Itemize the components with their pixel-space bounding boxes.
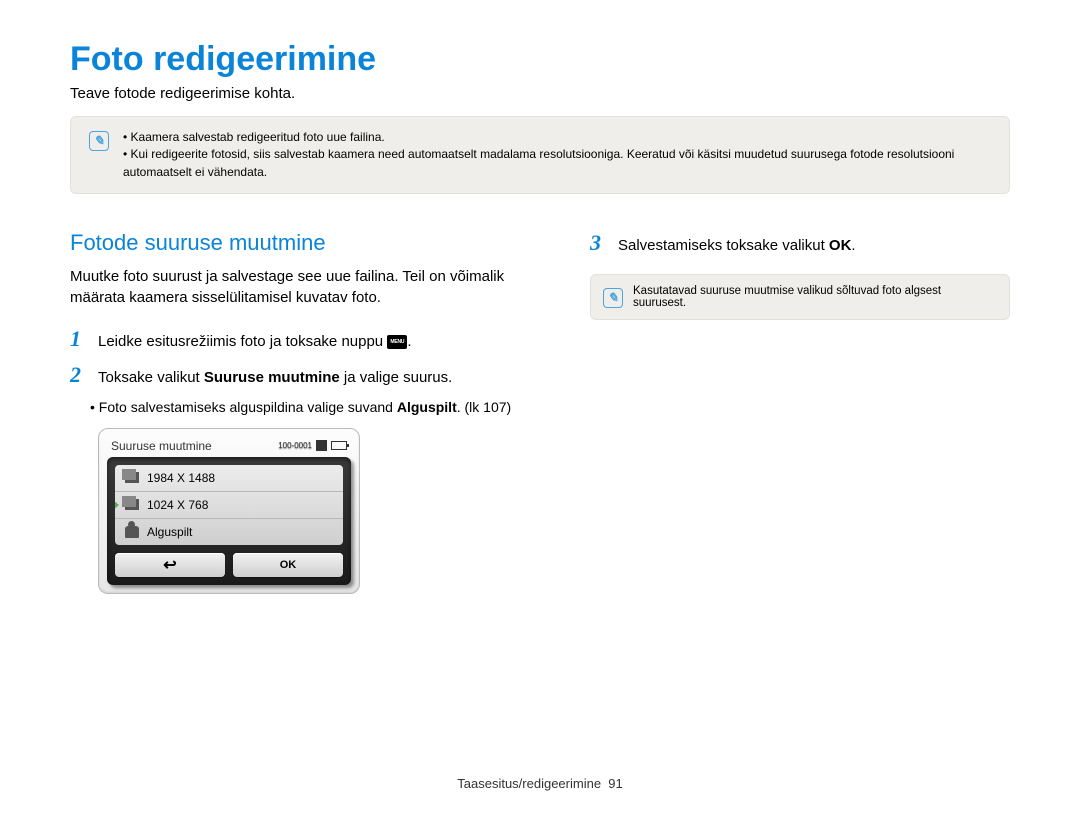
resize-option[interactable]: Alguspilt (115, 519, 343, 545)
startup-image-icon (125, 526, 139, 538)
ok-inline-label: OK (829, 237, 852, 254)
step-text: Salvestamiseks toksake valikut OK. (618, 235, 856, 256)
image-size-icon (125, 499, 139, 510)
step2-bullet: Foto salvestamiseks alguspildina valige … (100, 398, 540, 418)
sd-card-icon (316, 440, 327, 451)
step3-post: . (851, 237, 855, 254)
bullet-pre: Foto salvestamiseks alguspildina valige … (99, 399, 397, 415)
step1-post: . (407, 333, 411, 350)
step1-pre: Leidke esitusrežiimis foto ja toksake nu… (98, 333, 387, 350)
top-note-item: Kui redigeerite fotosid, siis salvestab … (123, 146, 993, 181)
back-button[interactable]: ↩ (115, 553, 225, 577)
section-heading-resize: Fotode suuruse muutmine (70, 230, 540, 256)
resize-option-label: Alguspilt (147, 525, 192, 539)
right-note-text: Kasutatavad suuruse muutmise valikud sõl… (633, 285, 997, 309)
section-intro: Muutke foto suurust ja salvestage see uu… (70, 266, 540, 308)
resize-option[interactable]: 1984 X 1488 (115, 465, 343, 492)
top-note-list: Kaamera salvestab redigeeritud foto uue … (123, 129, 993, 181)
camera-screen-mock: Suuruse muutmine 100-0001 1984 X 1488 (98, 428, 360, 594)
resize-option[interactable]: 1024 X 768 (115, 492, 343, 519)
step3-pre: Salvestamiseks toksake valikut (618, 237, 829, 254)
step2-bold: Suuruse muutmine (204, 369, 340, 386)
resize-option-list: 1984 X 1488 1024 X 768 Alguspilt (115, 465, 343, 545)
top-note-item: Kaamera salvestab redigeeritud foto uue … (123, 129, 993, 146)
step-number: 3 (590, 230, 608, 256)
back-arrow-icon: ↩ (163, 555, 176, 575)
step-number: 1 (70, 326, 88, 352)
bullet-post: . (lk 107) (457, 399, 511, 415)
step-text: Toksake valikut Suuruse muutmine ja vali… (98, 367, 452, 388)
footer-page-number: 91 (608, 776, 622, 791)
step-3: 3 Salvestamiseks toksake valikut OK. (590, 230, 1010, 256)
page-title: Foto redigeerimine (70, 40, 1010, 79)
step-number: 2 (70, 362, 88, 388)
resize-option-label: 1984 X 1488 (147, 471, 215, 485)
file-number: 100-0001 (278, 441, 312, 450)
battery-icon (331, 441, 347, 450)
page-footer: Taasesitus/redigeerimine 91 (0, 776, 1080, 791)
resize-option-label: 1024 X 768 (147, 498, 208, 512)
footer-section: Taasesitus/redigeerimine (457, 776, 601, 791)
device-body: 1984 X 1488 1024 X 768 Alguspilt (107, 457, 351, 585)
page-subtitle: Teave fotode redigeerimise kohta. (70, 85, 1010, 102)
device-status: 100-0001 (278, 440, 347, 451)
image-size-icon (125, 472, 139, 483)
step2-pre: Toksake valikut (98, 369, 204, 386)
menu-icon: MENU (387, 335, 407, 349)
device-header-title: Suuruse muutmine (111, 439, 212, 453)
selection-indicator-icon (115, 500, 119, 510)
device-footer: ↩ OK (115, 553, 343, 577)
right-note-box: ✎ Kasutatavad suuruse muutmise valikud s… (590, 274, 1010, 320)
step2-post: ja valige suurus. (340, 369, 453, 386)
note-icon: ✎ (89, 131, 109, 151)
top-note-box: ✎ Kaamera salvestab redigeeritud foto uu… (70, 116, 1010, 194)
ok-button[interactable]: OK (233, 553, 343, 577)
step-1: 1 Leidke esitusrežiimis foto ja toksake … (70, 326, 540, 352)
bullet-bold: Alguspilt (397, 399, 457, 415)
device-header: Suuruse muutmine 100-0001 (107, 437, 351, 457)
note-icon: ✎ (603, 288, 623, 308)
step-2: 2 Toksake valikut Suuruse muutmine ja va… (70, 362, 540, 388)
step-text: Leidke esitusrežiimis foto ja toksake nu… (98, 331, 412, 352)
